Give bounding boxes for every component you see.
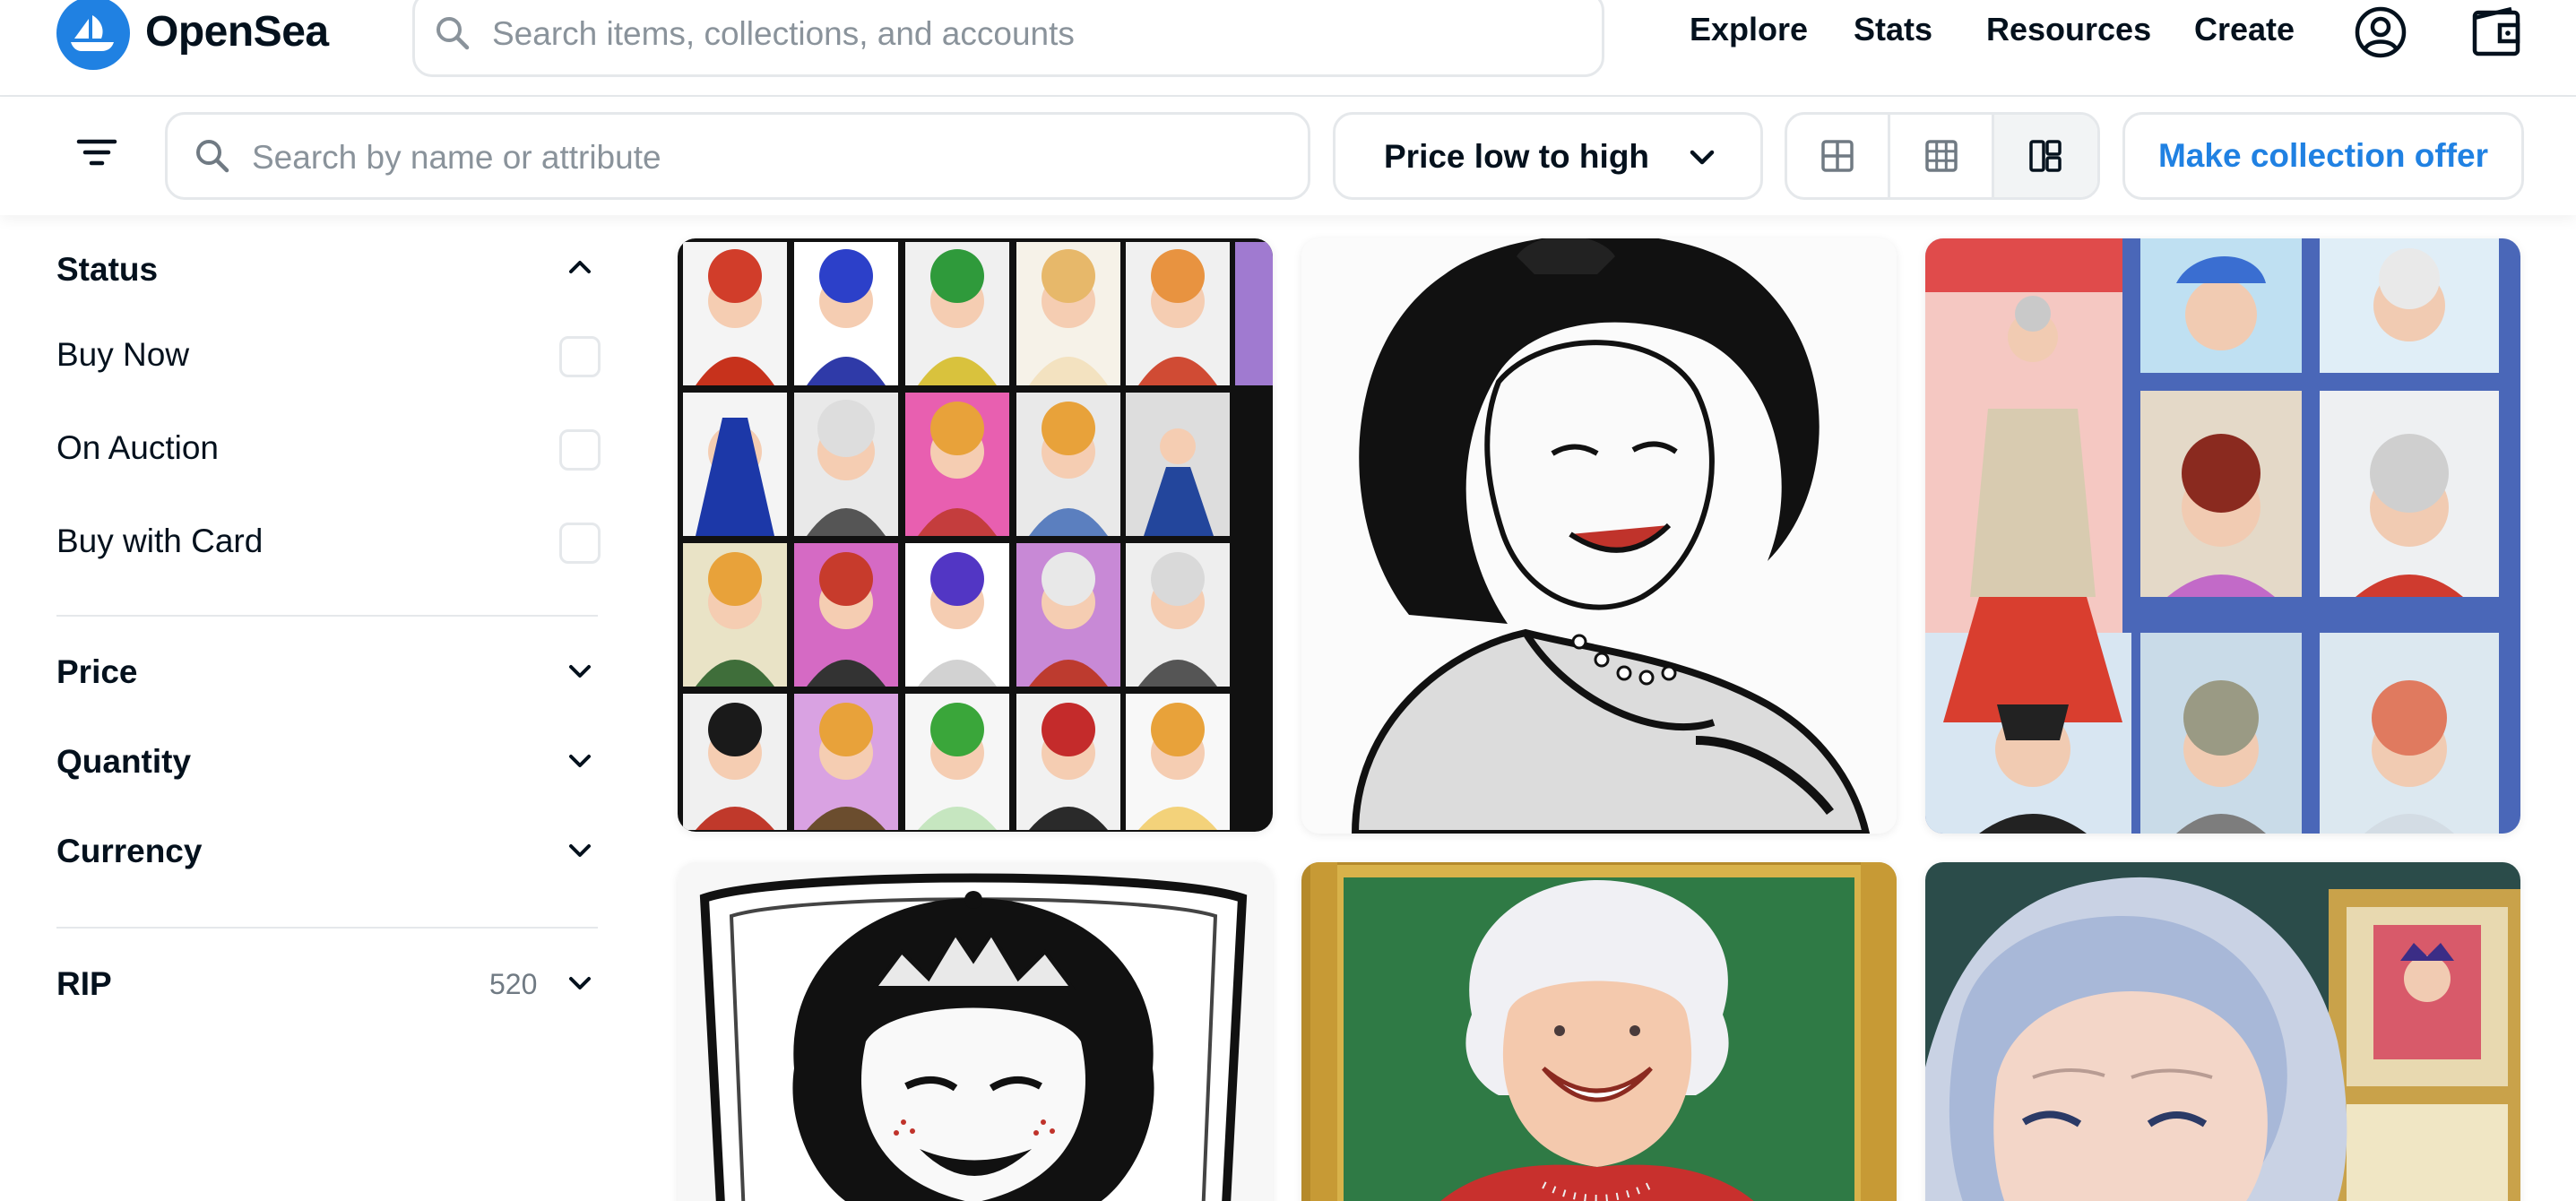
opensea-boat-icon[interactable]	[56, 0, 130, 70]
chevron-down-icon[interactable]	[566, 661, 593, 687]
nav-explore-link[interactable]: Explore	[1690, 11, 1808, 48]
sidebar-divider	[56, 615, 598, 617]
status-section-header[interactable]: Status	[56, 251, 158, 289]
search-icon	[193, 136, 232, 180]
trait-rip-count: 520	[489, 968, 538, 1000]
nft-image	[1301, 238, 1897, 834]
quantity-section-header[interactable]: Quantity	[56, 743, 191, 781]
filter-icon[interactable]	[75, 134, 118, 175]
on-auction-checkbox[interactable]	[559, 429, 601, 471]
global-search-input[interactable]: Search items, collections, and accounts	[412, 0, 1604, 77]
nft-card[interactable]	[1301, 238, 1897, 834]
top-navigation: OpenSea Search items, collections, and a…	[0, 0, 2576, 97]
status-option-on-auction: On Auction	[56, 429, 220, 466]
status-option-buy-now: Buy Now	[56, 336, 190, 373]
nft-image	[1925, 238, 2520, 834]
nft-image	[1925, 862, 2520, 1201]
grid-view-toggle	[1785, 112, 2100, 200]
global-search-placeholder: Search items, collections, and accounts	[492, 15, 1075, 52]
nft-image	[678, 862, 1273, 1201]
grid-large-icon[interactable]	[1787, 115, 1891, 197]
brand-name[interactable]: OpenSea	[145, 7, 329, 56]
status-option-buy-with-card: Buy with Card	[56, 523, 264, 559]
chevron-down-icon[interactable]	[566, 750, 593, 776]
sidebar-divider	[56, 927, 598, 929]
nft-card[interactable]	[678, 862, 1273, 1201]
nft-card[interactable]	[1925, 862, 2520, 1201]
collection-filter-bar: Search by name or attribute Price low to…	[0, 99, 2576, 215]
sort-selected-value: Price low to high	[1384, 138, 1650, 175]
grid-small-icon[interactable]	[1890, 115, 1994, 197]
nft-card[interactable]	[678, 238, 1273, 832]
sort-dropdown[interactable]: Price low to high	[1333, 112, 1763, 200]
chevron-up-icon[interactable]	[566, 256, 593, 282]
nft-card[interactable]	[1925, 238, 2520, 834]
buy-with-card-checkbox[interactable]	[559, 523, 601, 564]
buy-now-checkbox[interactable]	[559, 336, 601, 377]
attribute-search-input[interactable]: Search by name or attribute	[165, 112, 1310, 200]
chevron-down-icon[interactable]	[566, 840, 593, 866]
wallet-icon[interactable]	[2470, 5, 2524, 64]
nav-stats-link[interactable]: Stats	[1854, 11, 1932, 48]
make-collection-offer-button[interactable]: Make collection offer	[2122, 112, 2524, 200]
chevron-down-icon	[1687, 145, 1717, 173]
search-icon	[433, 13, 472, 57]
trait-rip-header[interactable]: RIP	[56, 965, 112, 1003]
attribute-search-placeholder: Search by name or attribute	[252, 139, 661, 176]
grid-masonry-icon[interactable]	[1993, 115, 2097, 197]
nav-create-link[interactable]: Create	[2194, 11, 2295, 48]
filter-sidebar: Status Buy Now On Auction Buy with Card …	[0, 215, 627, 1201]
nft-card[interactable]	[1301, 862, 1897, 1201]
nav-resources-link[interactable]: Resources	[1986, 11, 2151, 48]
nft-image	[1301, 862, 1897, 1201]
chevron-down-icon[interactable]	[566, 972, 593, 998]
currency-section-header[interactable]: Currency	[56, 833, 202, 870]
profile-icon[interactable]	[2354, 5, 2407, 64]
price-section-header[interactable]: Price	[56, 653, 138, 691]
nft-image	[678, 238, 1273, 832]
